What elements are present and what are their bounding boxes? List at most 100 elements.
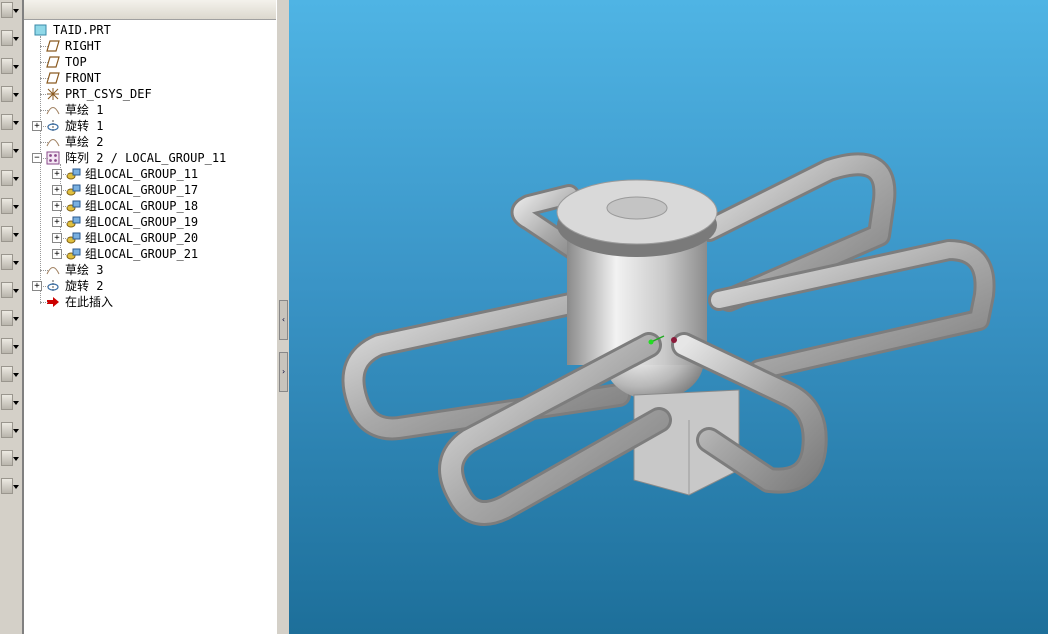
toolbar-dropdown-arrow-icon[interactable]: [13, 457, 19, 461]
group-icon: [66, 231, 81, 245]
expand-icon[interactable]: +: [32, 281, 42, 291]
toolbar-dropdown-arrow-icon[interactable]: [13, 401, 19, 405]
toolbar-button-10[interactable]: [1, 254, 13, 270]
revolve-icon: [46, 279, 60, 293]
model-tree-header: [24, 0, 276, 20]
toolbar-dropdown-arrow-icon[interactable]: [13, 261, 19, 265]
left-toolbar: [0, 0, 23, 634]
toolbar-button-1[interactable]: [1, 2, 13, 18]
toolbar-button-7[interactable]: [1, 170, 13, 186]
tree-item-label: 草绘 3: [65, 263, 104, 277]
toolbar-dropdown-arrow-icon[interactable]: [13, 233, 19, 237]
toolbar-dropdown-arrow-icon[interactable]: [13, 373, 19, 377]
group-icon: [66, 183, 81, 197]
tree-item-label: 草绘 2: [65, 135, 104, 149]
tree-item-label: 组LOCAL_GROUP_11: [85, 167, 199, 181]
expand-icon[interactable]: +: [52, 185, 62, 195]
insert-here-arrow-icon: [46, 295, 60, 309]
sketch-icon: [46, 263, 60, 277]
pattern-icon: [46, 151, 60, 165]
tree-item-label: 组LOCAL_GROUP_17: [85, 183, 199, 197]
tree-connector-line: [40, 46, 48, 47]
toolbar-button-13[interactable]: [1, 338, 13, 354]
tree-item-label: FRONT: [65, 71, 102, 85]
toolbar-dropdown-arrow-icon[interactable]: [13, 289, 19, 293]
expand-icon[interactable]: +: [52, 169, 62, 179]
tree-item-label: TAID.PRT: [53, 23, 111, 37]
model-tree-panel: TAID.PRT RIGHT TOP FRONT PRT_CSYS_DEF 草绘 1 旋转 …: [23, 0, 277, 634]
toolbar-dropdown-arrow-icon[interactable]: [13, 149, 19, 153]
toolbar-dropdown-arrow-icon[interactable]: [13, 93, 19, 97]
group-icon: [66, 215, 81, 229]
toolbar-dropdown-arrow-icon[interactable]: [13, 429, 19, 433]
group-icon: [66, 247, 81, 261]
tree-item-label: 组LOCAL_GROUP_19: [85, 215, 199, 229]
model-render: [341, 152, 996, 526]
tree-connector-line: [40, 94, 48, 95]
tree-item-label: 旋转 2: [65, 279, 104, 293]
panel-splitter[interactable]: ‹ ›: [276, 0, 290, 634]
tree-item-label: 组LOCAL_GROUP_21: [85, 247, 199, 261]
tree-item-label: 组LOCAL_GROUP_20: [85, 231, 199, 245]
collapse-left-button[interactable]: ‹: [279, 300, 288, 340]
datum-plane-icon: [46, 55, 60, 69]
toolbar-dropdown-arrow-icon[interactable]: [13, 37, 19, 41]
tree-item-label: PRT_CSYS_DEF: [65, 87, 152, 101]
toolbar-dropdown-arrow-icon[interactable]: [13, 317, 19, 321]
toolbar-button-17[interactable]: [1, 450, 13, 466]
toolbar-dropdown-arrow-icon[interactable]: [13, 205, 19, 209]
tree-connector-line: [40, 142, 48, 143]
toolbar-button-16[interactable]: [1, 422, 13, 438]
tree-connector-line: [40, 62, 48, 63]
tree-item-label: RIGHT: [65, 39, 102, 53]
tree-connector-line: [40, 302, 48, 303]
toolbar-button-5[interactable]: [1, 114, 13, 130]
blade-right: [708, 239, 996, 381]
toolbar-button-12[interactable]: [1, 310, 13, 326]
sketch-icon: [46, 103, 60, 117]
tree-connector-line: [40, 270, 48, 271]
group-icon: [66, 199, 81, 213]
tree-item-label: TOP: [65, 55, 87, 69]
group-icon: [66, 167, 81, 181]
datum-plane-icon: [46, 71, 60, 85]
expand-icon[interactable]: +: [52, 249, 62, 259]
collapse-icon[interactable]: −: [32, 153, 42, 163]
datum-plane-icon: [46, 39, 60, 53]
tree-connector-line: [40, 78, 48, 79]
tree-item-label: 旋转 1: [65, 119, 104, 133]
blade-front-left: [438, 332, 672, 526]
toolbar-button-9[interactable]: [1, 226, 13, 242]
expand-icon[interactable]: +: [32, 121, 42, 131]
tree-item-label: 草绘 1: [65, 103, 104, 117]
toolbar-dropdown-arrow-icon[interactable]: [13, 485, 19, 489]
expand-icon[interactable]: +: [52, 201, 62, 211]
toolbar-dropdown-arrow-icon[interactable]: [13, 121, 19, 125]
toolbar-button-6[interactable]: [1, 142, 13, 158]
tree-item-label: 在此插入: [65, 295, 114, 309]
toolbar-button-2[interactable]: [1, 30, 13, 46]
revolve-icon: [46, 119, 60, 133]
sketch-icon: [46, 135, 60, 149]
toolbar-button-8[interactable]: [1, 198, 13, 214]
toolbar-button-4[interactable]: [1, 86, 13, 102]
toolbar-button-11[interactable]: [1, 282, 13, 298]
toolbar-button-3[interactable]: [1, 58, 13, 74]
csys-icon: [46, 87, 60, 101]
graphics-viewport[interactable]: [289, 0, 1048, 634]
expand-right-button[interactable]: ›: [279, 352, 288, 392]
toolbar-dropdown-arrow-icon[interactable]: [13, 345, 19, 349]
tree-item-label: 阵列 2 / LOCAL_GROUP_11: [65, 151, 227, 165]
toolbar-dropdown-arrow-icon[interactable]: [13, 9, 19, 13]
part-icon: [34, 23, 48, 37]
toolbar-dropdown-arrow-icon[interactable]: [13, 65, 19, 69]
tree-connector-line: [40, 110, 48, 111]
expand-icon[interactable]: +: [52, 217, 62, 227]
toolbar-button-14[interactable]: [1, 366, 13, 382]
toolbar-button-15[interactable]: [1, 394, 13, 410]
tree-item-label: 组LOCAL_GROUP_18: [85, 199, 199, 213]
tree-connector-line: [40, 36, 41, 304]
toolbar-button-18[interactable]: [1, 478, 13, 494]
toolbar-dropdown-arrow-icon[interactable]: [13, 177, 19, 181]
expand-icon[interactable]: +: [52, 233, 62, 243]
